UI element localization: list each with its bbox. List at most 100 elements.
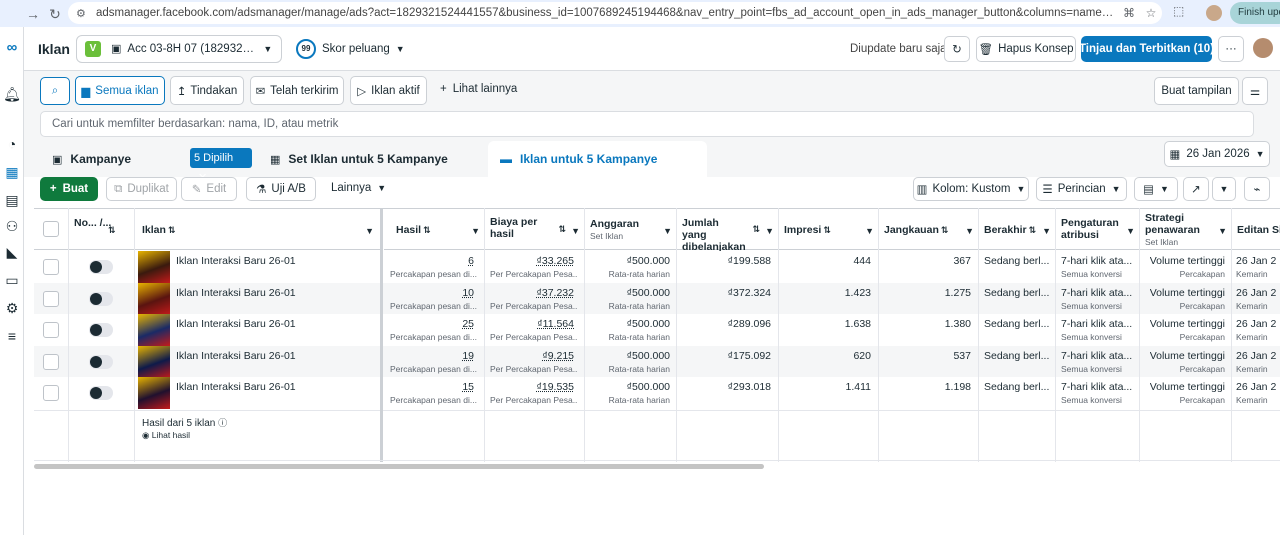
chevron-down-icon[interactable]: ▼ xyxy=(571,225,580,237)
cost-per-result-value[interactable]: ₫11.564 xyxy=(537,318,574,330)
budget-value[interactable]: ₫500.000 xyxy=(627,287,670,299)
filter-active-ads[interactable]: ▷ Iklan aktif xyxy=(350,76,427,105)
chevron-down-icon[interactable]: ▼ xyxy=(663,225,672,237)
filter-actions[interactable]: ↥ Tindakan xyxy=(170,76,244,105)
charts-button[interactable]: ⌁ xyxy=(1244,177,1270,201)
col-impressions[interactable]: Impresi ⇅ ▼ xyxy=(778,208,878,250)
col-amount-spent[interactable]: Jumlah yang dibelanjakan ⇅ ▼ xyxy=(676,208,778,253)
col-ad-name[interactable]: Iklan ⇅ ▼ xyxy=(134,208,382,250)
translate-icon[interactable]: ⌘ xyxy=(1118,6,1140,20)
budget-value[interactable]: ₫500.000 xyxy=(627,318,670,330)
finish-update-button[interactable]: Finish update xyxy=(1230,2,1280,24)
create-button[interactable]: + Buat xyxy=(40,177,98,201)
col-budget[interactable]: Anggaran Set Iklan ▼ xyxy=(584,208,676,250)
ab-test-button[interactable]: ⚗ Uji A/B xyxy=(246,177,316,201)
chevron-down-icon[interactable]: ▼ xyxy=(865,225,874,237)
chevron-down-icon[interactable]: ▼ xyxy=(1126,225,1135,237)
view-settings-button[interactable]: ⚌ xyxy=(1242,77,1268,105)
chevron-down-icon[interactable]: ▼ xyxy=(365,225,374,237)
col-cost-per-result[interactable]: Biaya per hasil ⇅ ▼ xyxy=(484,208,584,250)
delivery-toggle[interactable] xyxy=(89,323,113,338)
cost-per-result-value[interactable]: ₫33.265 xyxy=(536,255,574,267)
col-reach[interactable]: Jangkauan ⇅ ▼ xyxy=(878,208,978,250)
delivery-toggle[interactable] xyxy=(89,260,113,274)
campaigns-icon[interactable]: ◣ xyxy=(3,243,21,261)
sort-icon[interactable]: ⇅ xyxy=(1029,225,1037,235)
address-bar[interactable]: ⚙ adsmanager.facebook.com/adsmanager/man… xyxy=(68,2,1162,24)
delivery-toggle[interactable] xyxy=(89,386,113,401)
results-value[interactable]: 6 xyxy=(468,255,474,267)
profile-icon[interactable] xyxy=(1206,5,1222,21)
breakdown-dropdown[interactable]: ☰ Perincian ▼ xyxy=(1036,177,1127,201)
cost-per-result-value[interactable]: ₫37.232 xyxy=(536,287,574,299)
reports-icon[interactable]: ▤ xyxy=(3,191,21,209)
col-off-on[interactable]: No... /... ⇅ xyxy=(68,208,134,250)
row-checkbox[interactable] xyxy=(43,385,59,402)
more-options-button[interactable]: ··· xyxy=(1218,36,1244,62)
selected-badge[interactable]: 5 Dipilih ✕ xyxy=(190,148,252,184)
table-row[interactable]: Iklan Interaksi Baru 26-01 19 Percakapan… xyxy=(34,345,1280,378)
row-checkbox[interactable] xyxy=(43,259,59,275)
results-value[interactable]: 15 xyxy=(462,381,474,393)
info-icon[interactable]: ⓘ xyxy=(218,418,227,428)
ad-name[interactable]: Iklan Interaksi Baru 26-01 xyxy=(176,255,296,267)
review-publish-button[interactable]: Tinjau dan Terbitkan (10) xyxy=(1079,36,1214,62)
chevron-down-icon[interactable]: ▼ xyxy=(765,225,774,237)
chevron-down-icon[interactable]: ▼ xyxy=(1218,225,1227,237)
col-results[interactable]: Hasil ⇅ ▼ xyxy=(384,208,484,250)
view-results-link[interactable]: ◉ Lihat hasil xyxy=(142,430,190,441)
results-value[interactable]: 25 xyxy=(462,318,474,330)
tab-ads[interactable]: ▬ Iklan untuk 5 Kampanye xyxy=(488,141,707,177)
export-button[interactable]: ↗ xyxy=(1183,177,1209,201)
row-checkbox[interactable] xyxy=(43,290,59,307)
budget-value[interactable]: ₫500.000 xyxy=(627,255,670,267)
user-avatar[interactable] xyxy=(1253,38,1273,58)
menu-icon[interactable]: ≡ xyxy=(3,327,21,345)
tab-adsets[interactable]: ▦ Set Iklan untuk 5 Kampanye xyxy=(262,143,482,175)
meta-logo-icon[interactable]: ∞ xyxy=(3,39,21,57)
sort-icon[interactable]: ⇅ xyxy=(108,224,116,236)
sort-icon[interactable]: ⇅ xyxy=(823,225,831,235)
col-edited[interactable]: Editan Si xyxy=(1231,208,1280,250)
results-value[interactable]: 19 xyxy=(462,350,474,362)
reports-dropdown[interactable]: ▤ ▼ xyxy=(1134,177,1178,201)
chevron-down-icon[interactable]: ▼ xyxy=(965,225,974,237)
see-more-link[interactable]: + Lihat lainnya xyxy=(440,83,517,95)
ad-name[interactable]: Iklan Interaksi Baru 26-01 xyxy=(176,350,296,362)
budget-value[interactable]: ₫500.000 xyxy=(627,350,670,362)
opportunity-score[interactable]: 99 Skor peluang ▼ xyxy=(296,38,405,59)
search-input[interactable]: Cari untuk memfilter berdasarkan: nama, … xyxy=(40,111,1254,137)
ad-name[interactable]: Iklan Interaksi Baru 26-01 xyxy=(176,381,296,393)
bookmark-star-icon[interactable]: ☆ xyxy=(1140,6,1162,20)
filter-all-ads[interactable]: ▆ Semua iklan xyxy=(75,76,165,105)
results-value[interactable]: 10 xyxy=(462,287,474,299)
edit-button[interactable]: ✎ Edit xyxy=(181,177,237,201)
delivery-toggle[interactable] xyxy=(89,354,113,369)
billing-icon[interactable]: ▭ xyxy=(3,271,21,289)
select-all-checkbox[interactable] xyxy=(43,221,59,237)
notifications-icon[interactable]: 🔔︎ xyxy=(3,85,21,103)
chevron-down-icon[interactable]: ▼ xyxy=(471,225,480,237)
horizontal-scrollbar[interactable] xyxy=(34,464,764,469)
sort-icon[interactable]: ⇅ xyxy=(752,223,760,235)
table-row[interactable]: Iklan Interaksi Baru 26-01 10 Percakapan… xyxy=(34,282,1280,315)
export-dropdown[interactable]: ▼ xyxy=(1212,177,1236,201)
row-checkbox[interactable] xyxy=(43,353,59,370)
ad-name[interactable]: Iklan Interaksi Baru 26-01 xyxy=(176,287,296,299)
business-settings-icon[interactable]: ⚙ xyxy=(3,299,21,317)
ad-name[interactable]: Iklan Interaksi Baru 26-01 xyxy=(176,318,296,330)
sort-icon[interactable]: ⇅ xyxy=(168,225,176,235)
columns-dropdown[interactable]: ▥ Kolom: Kustom ▼ xyxy=(913,177,1029,201)
col-bid-strategy[interactable]: Strategi penawaran Set Iklan ▼ xyxy=(1139,208,1231,250)
site-info-icon[interactable]: ⚙ xyxy=(76,7,96,20)
col-ends[interactable]: Berakhir ⇅ ▼ xyxy=(978,208,1055,250)
cost-per-result-value[interactable]: ₫19.535 xyxy=(536,381,574,393)
forward-icon[interactable]: → xyxy=(23,6,43,22)
extensions-icon[interactable]: ⬚ xyxy=(1173,4,1184,18)
table-row[interactable]: Iklan Interaksi Baru 26-01 15 Percakapan… xyxy=(34,377,1280,410)
search-toggle-button[interactable]: ⌕ xyxy=(40,77,70,105)
ads-manager-icon[interactable]: ▦ xyxy=(3,163,21,181)
filter-delivered[interactable]: ✉ Telah terkirim xyxy=(250,76,344,105)
refresh-button[interactable]: ↻ xyxy=(944,36,970,62)
table-row[interactable]: Iklan Interaksi Baru 26-01 6 Percakapan … xyxy=(34,251,1280,283)
